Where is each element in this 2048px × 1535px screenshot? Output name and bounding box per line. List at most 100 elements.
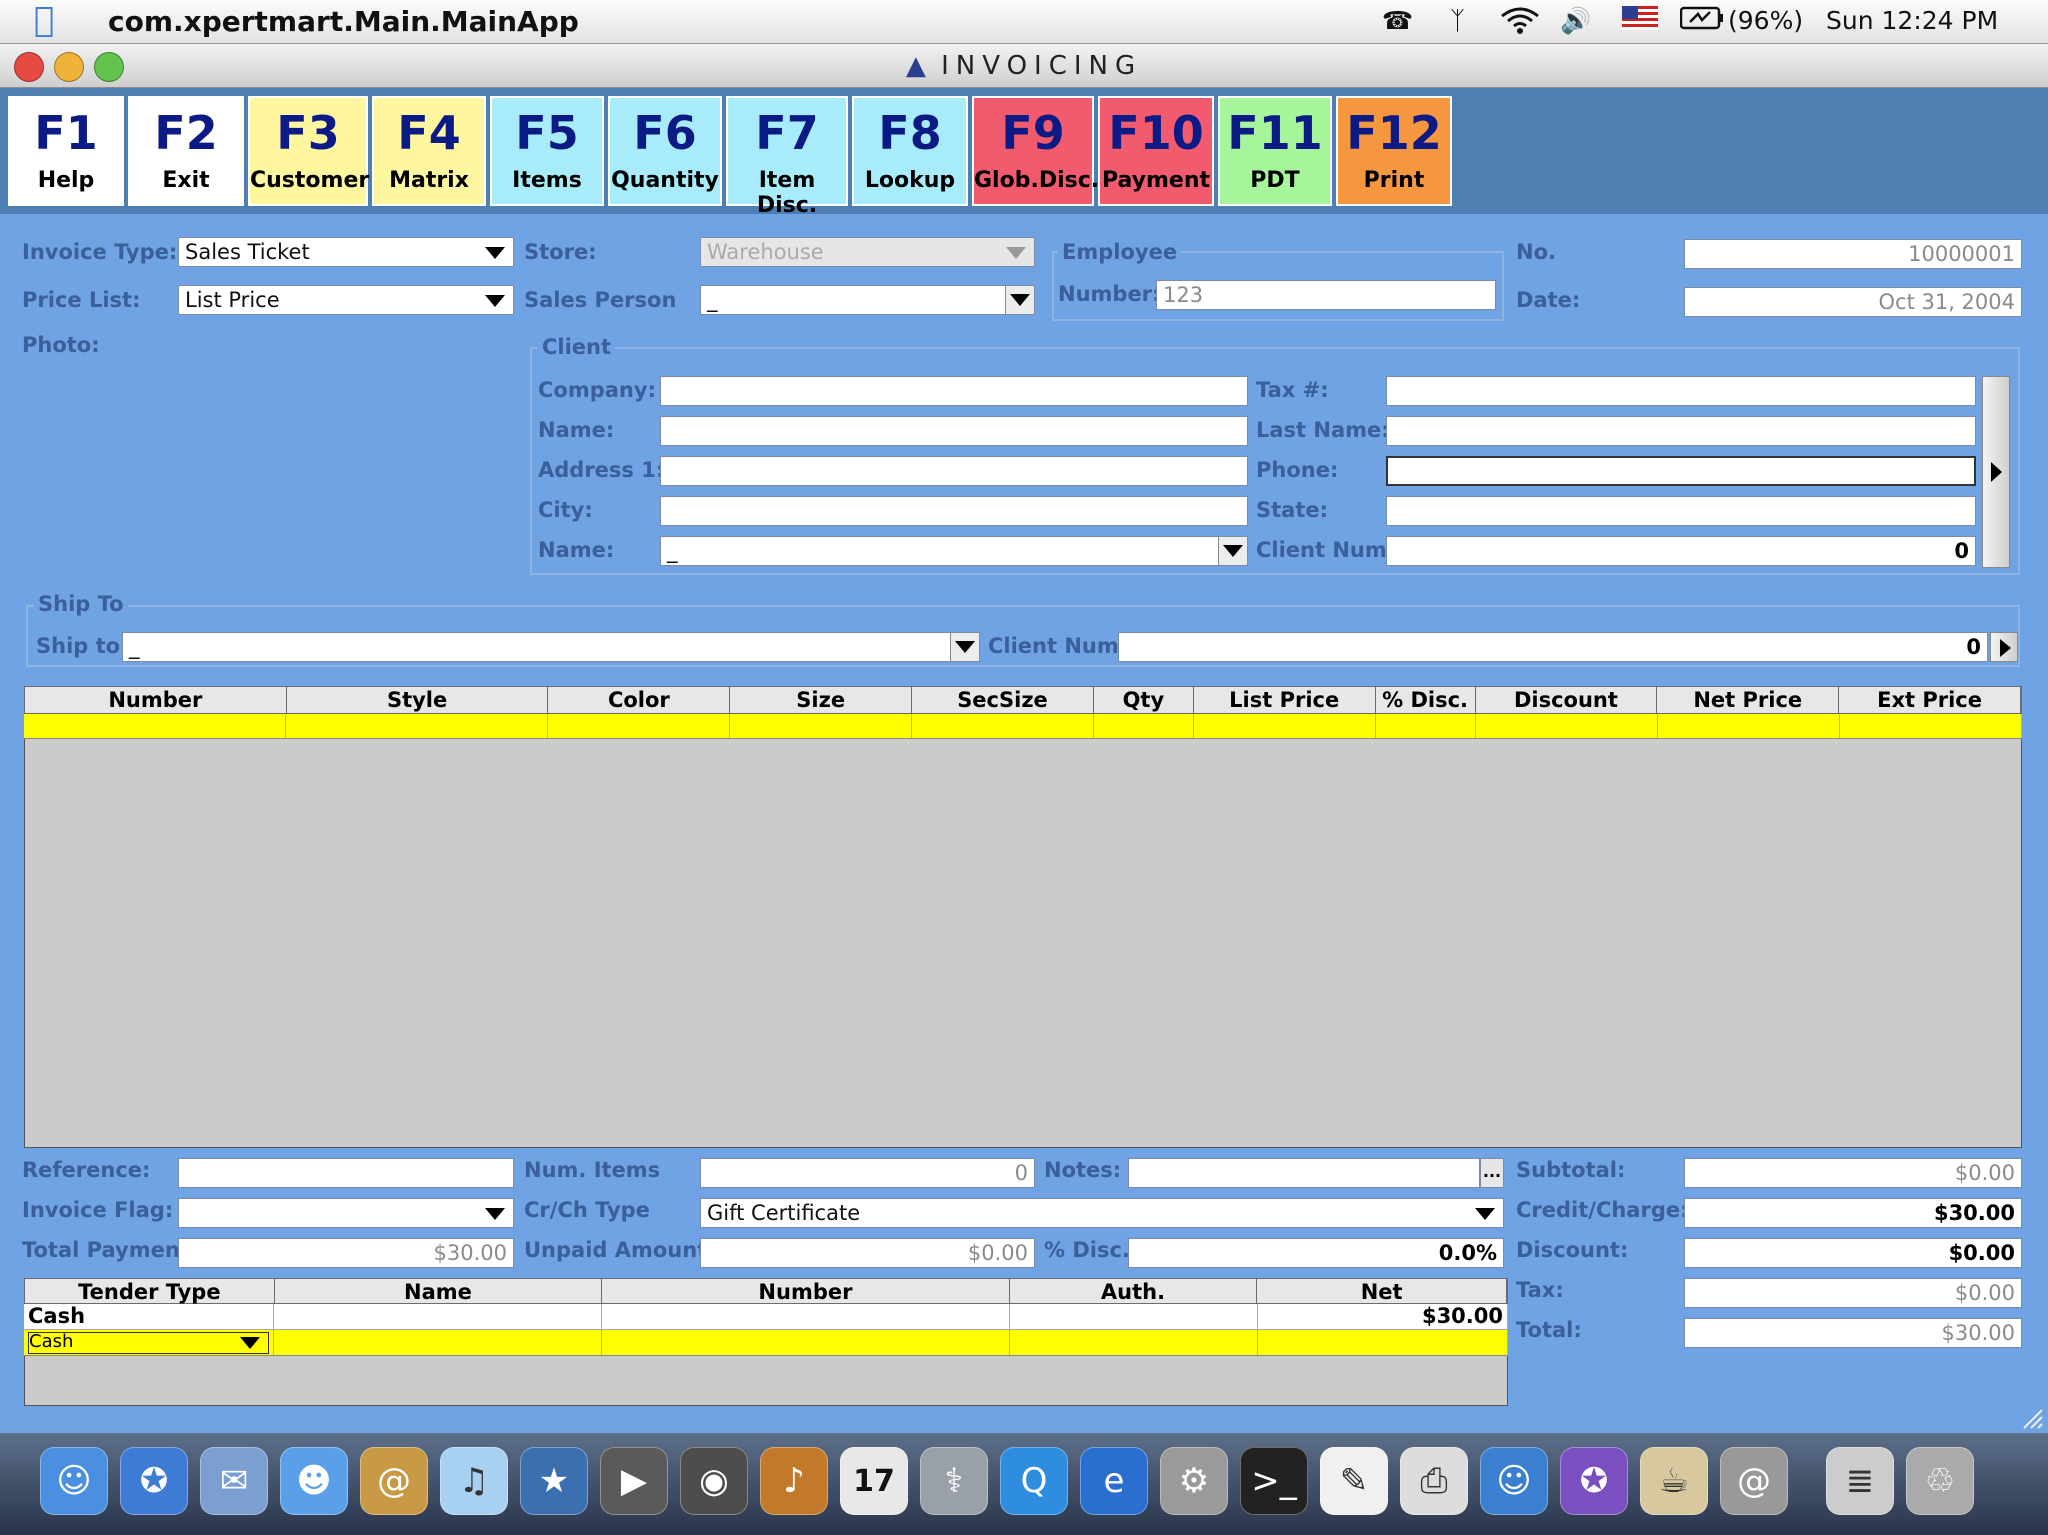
bluetooth-icon[interactable]: ᛉ [1450,6,1465,35]
invoice-date-field[interactable]: Oct 31, 2004 [1684,287,2022,317]
store-select[interactable]: Warehouse [700,237,1035,267]
web-document-icon[interactable]: ≣ [1826,1447,1894,1515]
phone-field[interactable] [1386,456,1976,486]
tender-new-row[interactable]: Cash [24,1330,1508,1356]
reference-field[interactable] [178,1158,514,1188]
items-column-header[interactable]: Ext Price [1839,687,2021,713]
items-column-header[interactable]: % Disc. [1376,687,1476,713]
state-field[interactable] [1386,496,1976,526]
volume-icon[interactable]: 🔊 [1560,6,1591,36]
garageband-icon[interactable]: ♪ [760,1447,828,1515]
last-name-field[interactable] [1386,416,1976,446]
apple-menu-icon[interactable]:  [34,0,54,40]
toolbar-button-f5[interactable]: F5 Items [490,96,604,206]
java-icon[interactable]: ☕ [1640,1447,1708,1515]
terminal-icon[interactable]: >_ [1240,1447,1308,1515]
internet-explorer-icon[interactable]: e [1080,1447,1148,1515]
phone-icon[interactable]: ☎ [1382,6,1413,35]
notes-browse-button[interactable]: ... [1480,1158,1504,1188]
ship-to-select[interactable]: _ [122,632,980,662]
tax-field[interactable]: $0.00 [1684,1278,2022,1308]
client-name-select[interactable]: _ [660,536,1248,566]
invoice-flag-select[interactable] [178,1198,514,1228]
wifi-icon[interactable] [1500,6,1540,40]
trash-icon[interactable]: ♲ [1906,1447,1974,1515]
subtotal-field[interactable]: $0.00 [1684,1158,2022,1188]
itunes-icon[interactable]: ♫ [440,1447,508,1515]
tender-column-header[interactable]: Tender Type [25,1279,275,1304]
invoice-type-select[interactable]: Sales Ticket [178,237,514,267]
toolbar-button-f3[interactable]: F3 Customer [248,96,369,206]
tender-row[interactable]: Cash $30.00 [24,1304,1508,1330]
users-icon[interactable]: ☺ [1480,1447,1548,1515]
toolbar-button-f6[interactable]: F6 Quantity [608,96,722,206]
textedit-icon[interactable]: ✎ [1320,1447,1388,1515]
num-items-field[interactable]: 0 [700,1158,1035,1188]
items-column-header[interactable]: Size [730,687,913,713]
ichat-icon[interactable]: ☻ [280,1447,348,1515]
tender-column-header[interactable]: Auth. [1010,1279,1258,1304]
items-column-header[interactable]: Number [25,687,287,713]
battery-icon[interactable] [1679,6,1724,36]
sales-person-select[interactable]: _ [700,285,1035,315]
items-column-header[interactable]: Style [287,687,549,713]
dropdown-button[interactable] [950,633,979,661]
invoice-no-field[interactable]: 10000001 [1684,239,2022,269]
ship-to-expand-button[interactable] [1990,632,2018,662]
toolbar-button-f2[interactable]: F2 Exit [128,96,244,206]
tender-column-header[interactable]: Number [602,1279,1010,1304]
menu-clock[interactable]: Sun 12:24 PM [1826,6,1998,35]
tender-type-select[interactable]: Cash [28,1332,269,1354]
toolbar-button-f1[interactable]: F1 Help [8,96,124,206]
system-preferences-icon[interactable]: ⚙ [1160,1447,1228,1515]
first-name-field[interactable] [660,416,1248,446]
dropdown-button[interactable] [1005,286,1034,314]
ship-client-num-field[interactable]: 0 [1118,632,1988,662]
tax-number-field[interactable] [1386,376,1976,406]
toolbar-button-f11[interactable]: F11 PDT [1218,96,1332,206]
mail-server-icon[interactable]: @ [1720,1447,1788,1515]
client-expand-button[interactable] [1982,376,2010,568]
mail-icon[interactable]: ✉ [200,1447,268,1515]
items-column-header[interactable]: List Price [1194,687,1376,713]
items-column-header[interactable]: Color [548,687,731,713]
safari-icon[interactable]: ✪ [120,1447,188,1515]
client-num-field[interactable]: 0 [1386,536,1976,566]
iphoto-icon[interactable]: ★ [520,1447,588,1515]
crch-type-select[interactable]: Gift Certificate [700,1198,1504,1228]
items-column-header[interactable]: Net Price [1657,687,1840,713]
idvd-icon[interactable]: ◉ [680,1447,748,1515]
toolbar-button-f9[interactable]: F9 Glob.Disc. [972,96,1099,206]
toolbar-button-f10[interactable]: F10 Payment [1098,96,1214,206]
tender-column-header[interactable]: Net [1257,1279,1507,1304]
imovie-icon[interactable]: ▶ [600,1447,668,1515]
employee-number-field[interactable]: 123 [1156,280,1496,310]
items-column-header[interactable]: Qty [1094,687,1194,713]
toolbar-button-f7[interactable]: F7 Item Disc. [726,96,848,218]
printer-icon[interactable]: ⎙ [1400,1447,1468,1515]
address-book-icon[interactable]: @ [360,1447,428,1515]
toolbar-button-f4[interactable]: F4 Matrix [372,96,486,206]
total-field[interactable]: $30.00 [1684,1318,2022,1348]
window-title-bar[interactable]: ▲ INVOICING [0,44,2048,88]
dropdown-button[interactable] [1218,537,1247,565]
app-menu-title[interactable]: com.xpertmart.Main.MainApp [108,5,579,38]
tender-column-header[interactable]: Name [275,1279,603,1304]
notes-field[interactable] [1128,1158,1480,1188]
items-column-header[interactable]: Discount [1476,687,1658,713]
disk-utility-icon[interactable]: ⚕ [920,1447,988,1515]
disc-percent-field[interactable]: 0.0% [1128,1238,1504,1268]
finder-icon[interactable]: ☺ [40,1447,108,1515]
items-table[interactable] [24,686,2022,1148]
total-payment-field[interactable]: $30.00 [178,1238,514,1268]
resize-grip-icon[interactable] [2018,1404,2044,1430]
company-field[interactable] [660,376,1248,406]
price-list-select[interactable]: List Price [178,285,514,315]
toolbar-button-f8[interactable]: F8 Lookup [852,96,968,206]
items-new-row[interactable] [24,714,2022,739]
us-flag-icon[interactable] [1622,6,1658,36]
ical-icon[interactable]: 17 [840,1447,908,1515]
discount-field[interactable]: $0.00 [1684,1238,2022,1268]
unpaid-amount-field[interactable]: $0.00 [700,1238,1035,1268]
address-field[interactable] [660,456,1248,486]
